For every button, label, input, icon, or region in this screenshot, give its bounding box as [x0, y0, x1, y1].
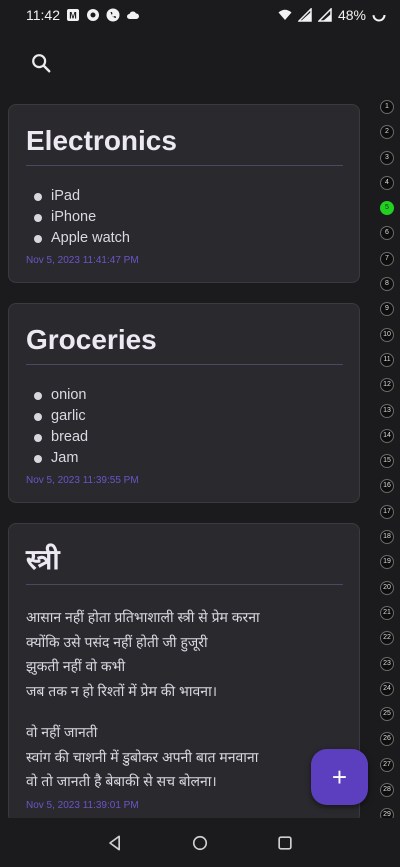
phone-icon [106, 8, 120, 22]
plus-icon: + [331, 761, 348, 792]
signal-icon-2 [317, 8, 332, 22]
signal-icon [297, 8, 312, 22]
poem-line: जब तक न हो रिश्तों में प्रेम की भावना। [26, 682, 218, 699]
back-icon[interactable] [103, 831, 127, 855]
poem-line: स्वांग की चाशनी में डुबोकर अपनी बात मनवा… [26, 748, 259, 765]
rail-index-item[interactable]: 9 [380, 302, 394, 317]
rail-index-item[interactable]: 16 [380, 479, 394, 494]
rail-index-item[interactable]: 15 [380, 454, 394, 469]
status-left: 11:42 M [26, 7, 140, 23]
note-date: Nov 5, 2023 11:41:47 PM [26, 255, 139, 266]
note-card-poem[interactable]: स्त्री आसान नहीं होता प्रतिभाशाली स्त्री… [8, 523, 360, 823]
list-item: onion [26, 385, 343, 406]
notes-list: Electronics iPad iPhone Apple watch Nov … [8, 104, 360, 843]
status-time: 11:42 [26, 7, 60, 23]
rail-index-item[interactable]: 2 [380, 125, 394, 140]
rail-index-item[interactable]: 11 [380, 352, 394, 367]
rail-index-item[interactable]: 5 [380, 201, 394, 216]
poem-line: वो नहीं जानती [26, 724, 98, 740]
note-title: Groceries [26, 322, 343, 365]
battery-icon [372, 8, 386, 22]
note-date: Nov 5, 2023 11:39:01 PM [26, 799, 139, 811]
note-body: आसान नहीं होता प्रतिभाशाली स्त्री से प्र… [26, 605, 343, 794]
rail-index-item[interactable]: 12 [380, 378, 394, 393]
scroll-index-rail[interactable]: 1 2 3 4 5 6 7 8 9 10 11 12 13 14 15 16 17 18 19 20 21 22 23 24 2… [380, 100, 394, 859]
rail-index-item[interactable]: 26 [380, 732, 394, 747]
rail-index-item[interactable]: 27 [380, 757, 394, 772]
poem-line: वो तो जानती है बेबाकी से सच बोलना। [26, 773, 217, 789]
rail-index-item[interactable]: 7 [380, 251, 394, 266]
rail-index-item[interactable]: 21 [380, 605, 394, 620]
status-right: 48% [278, 7, 386, 23]
rail-index-item[interactable]: 8 [380, 277, 394, 292]
search-icon[interactable] [28, 50, 54, 76]
rail-index-item[interactable]: 23 [380, 656, 394, 671]
rail-index-item[interactable]: 22 [380, 631, 394, 646]
note-title: स्त्री [26, 542, 343, 585]
rail-index-item[interactable]: 25 [380, 707, 394, 722]
battery-percent: 48% [337, 7, 366, 23]
note-checklist: onion garlic bread Jam [26, 385, 343, 469]
rail-index-item[interactable]: 13 [380, 403, 394, 418]
rail-index-item[interactable]: 6 [380, 226, 394, 241]
rail-index-item[interactable]: 24 [380, 681, 394, 696]
poem-line: झुकती नहीं वो कभी [26, 658, 126, 674]
list-item: Apple watch [26, 228, 343, 249]
poem-stanza: आसान नहीं होता प्रतिभाशाली स्त्री से प्र… [26, 605, 343, 703]
top-bar [0, 40, 400, 84]
status-bar: 11:42 M 48% [0, 0, 400, 30]
rail-index-item[interactable]: 20 [380, 580, 394, 595]
list-item: bread [26, 427, 343, 448]
add-note-button[interactable]: + [311, 749, 368, 805]
recents-icon[interactable] [273, 831, 297, 855]
navigation-bar [0, 818, 400, 867]
notification-icon: M [66, 8, 80, 22]
rail-index-item[interactable]: 4 [380, 175, 394, 190]
rail-index-item[interactable]: 19 [380, 555, 394, 570]
wifi-icon [278, 8, 292, 22]
list-item: iPad [26, 186, 343, 207]
note-date: Nov 5, 2023 11:39:55 PM [26, 475, 139, 486]
chrome-icon [86, 8, 100, 22]
svg-text:M: M [69, 11, 77, 21]
list-item: iPhone [26, 207, 343, 228]
list-item: Jam [26, 448, 343, 469]
rail-index-item[interactable]: 14 [380, 428, 394, 443]
poem-line: क्योंकि उसे पसंद नहीं होती जी हुजूरी [26, 633, 208, 650]
poem-stanza: वो नहीं जानती स्वांग की चाशनी में डुबोकर… [26, 720, 343, 794]
poem-line: आसान नहीं होता प्रतिभाशाली स्त्री से प्र… [26, 609, 260, 625]
list-item: garlic [26, 406, 343, 427]
note-checklist: iPad iPhone Apple watch [26, 186, 343, 249]
rail-index-item[interactable]: 18 [380, 530, 394, 545]
rail-index-item[interactable]: 1 [380, 100, 394, 114]
note-card-groceries[interactable]: Groceries onion garlic bread Jam Nov 5, … [8, 303, 360, 503]
home-icon[interactable] [188, 831, 212, 855]
rail-index-item[interactable]: 10 [380, 327, 394, 342]
cloud-icon [126, 8, 140, 22]
note-card-electronics[interactable]: Electronics iPad iPhone Apple watch Nov … [8, 104, 360, 283]
note-title: Electronics [26, 123, 343, 166]
rail-index-item[interactable]: 3 [380, 150, 394, 165]
rail-index-item[interactable]: 28 [380, 783, 394, 798]
rail-index-item[interactable]: 17 [380, 504, 394, 519]
